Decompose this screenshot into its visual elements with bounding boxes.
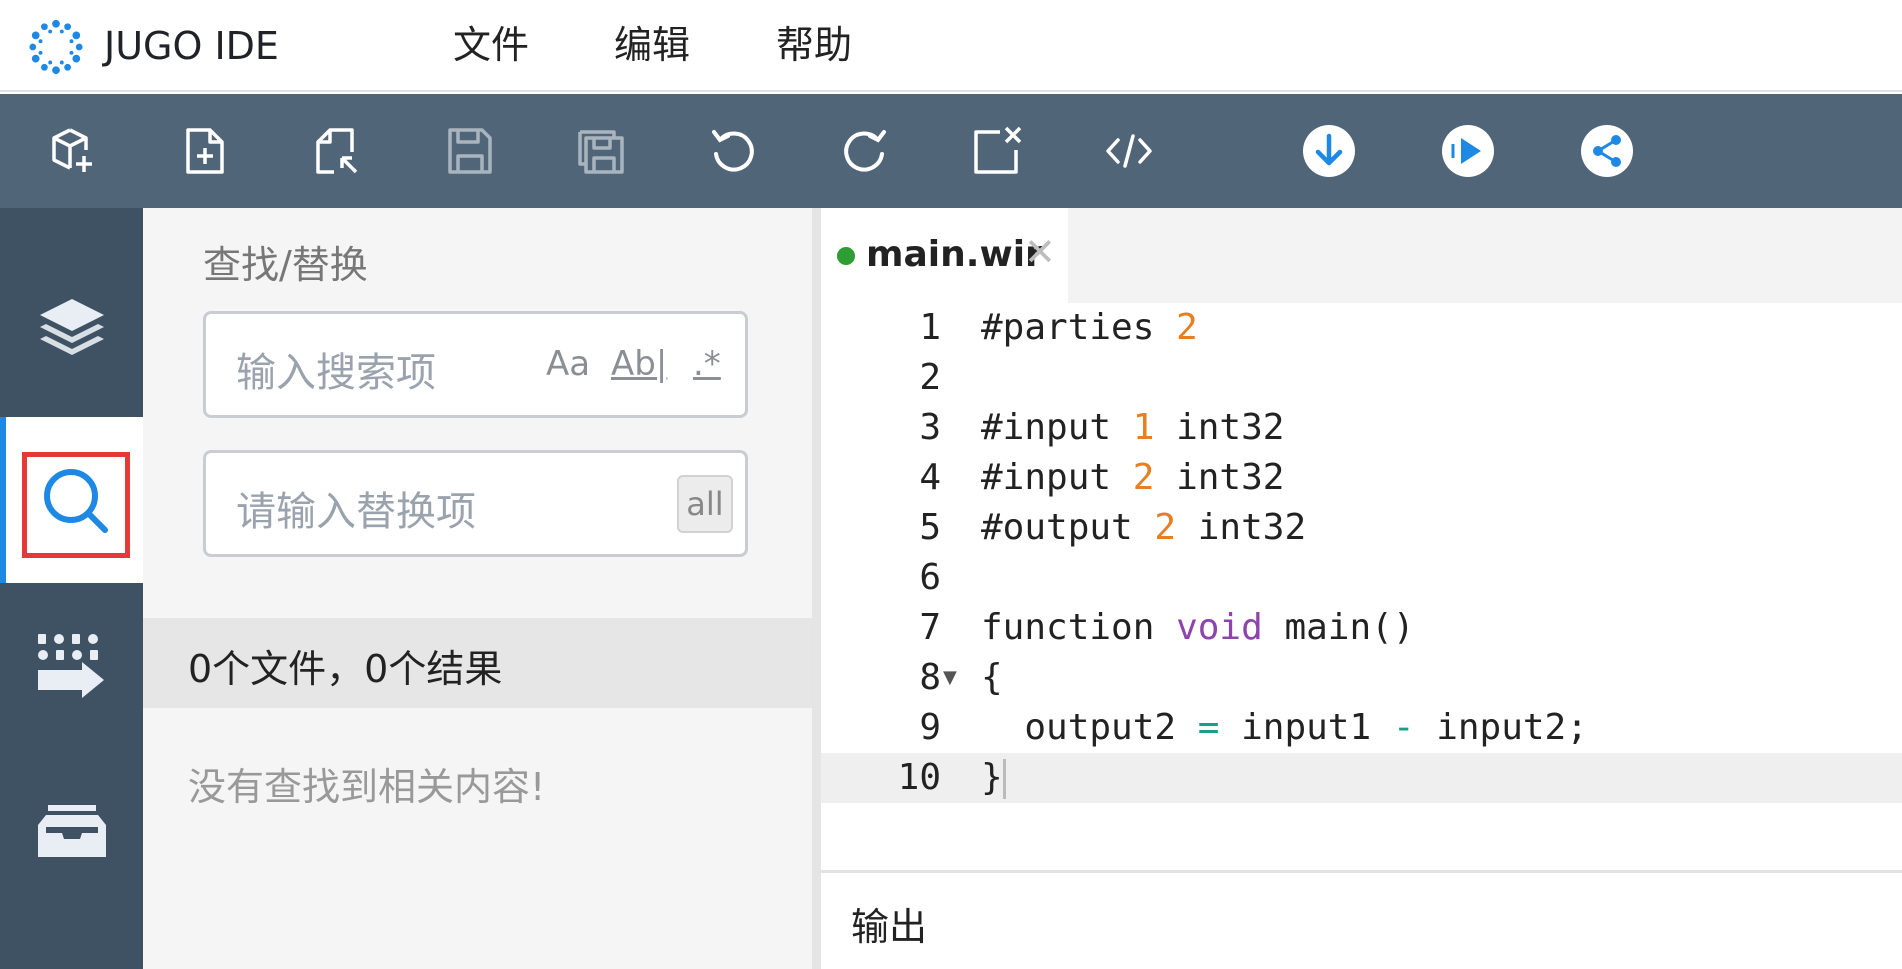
format-code-icon (1106, 134, 1152, 168)
panel-title: 查找/替换 (203, 243, 368, 287)
output-panel-title[interactable]: 输出 (851, 896, 927, 951)
code-text: } (981, 753, 1006, 803)
empty-message: 没有查找到相关内容! (188, 765, 546, 809)
code-line: 6 (821, 553, 1902, 603)
search-input-placeholder: 输入搜索项 (236, 350, 436, 396)
open-file-button[interactable] (306, 120, 368, 182)
layers-icon (39, 299, 104, 355)
jugo-logo-icon (29, 19, 83, 75)
app-title: JUGO IDE (104, 24, 279, 68)
menu-bar: JUGO IDE 文件 编辑 帮助 (0, 0, 1902, 92)
new-file-button[interactable] (174, 120, 236, 182)
new-project-icon (52, 128, 92, 172)
activity-compile[interactable] (0, 583, 143, 749)
activity-explorer[interactable] (0, 248, 143, 414)
run-icon (1442, 125, 1494, 177)
code-text: #parties 2 (981, 307, 1198, 348)
search-input[interactable]: 输入搜索项 Aa Ab| .* (203, 311, 748, 418)
activity-inbox[interactable] (0, 748, 143, 914)
regex-toggle[interactable]: .* (693, 344, 721, 384)
line-number: 6 (919, 557, 941, 598)
activity-bar (0, 208, 143, 969)
output-divider[interactable] (821, 870, 1902, 873)
tab-close-icon[interactable]: ✕ (1024, 230, 1056, 274)
code-text: function void main() (981, 607, 1415, 648)
line-number: 5 (919, 507, 941, 548)
share-button[interactable] (1576, 120, 1638, 182)
code-line: 4 #input 2 int32 (821, 453, 1902, 503)
line-number: 9 (919, 707, 941, 748)
panel-splitter[interactable] (812, 208, 821, 969)
tab-label: main.wir (866, 234, 1043, 275)
compile-icon (37, 634, 104, 698)
code-text: #input 2 int32 (981, 457, 1285, 498)
code-line: 5 #output 2 int32 (821, 503, 1902, 553)
save-all-icon (578, 130, 624, 174)
code-editor[interactable]: 1 #parties 2 2 3 #input 1 int32 4 #input… (821, 303, 1902, 863)
code-text: output2 = input1 - input2; (981, 707, 1588, 748)
menu-help[interactable]: 帮助 (776, 20, 852, 70)
line-number: 2 (919, 357, 941, 398)
result-summary-bar: 0个文件，0个结果 (143, 618, 812, 708)
focus-highlight (22, 452, 130, 558)
download-icon (1303, 125, 1355, 177)
menu-edit[interactable]: 编辑 (614, 20, 690, 70)
code-line-current: 10 } (821, 753, 1902, 803)
menu-file[interactable]: 文件 (453, 20, 529, 70)
line-number: 3 (919, 407, 941, 448)
activity-search[interactable] (0, 417, 143, 583)
tab-strip: main.wir ✕ (821, 208, 1902, 303)
line-number: 7 (919, 607, 941, 648)
undo-button[interactable] (702, 120, 764, 182)
replace-input-placeholder: 请输入替换项 (236, 489, 476, 535)
redo-button[interactable] (834, 120, 896, 182)
new-file-icon (186, 128, 224, 174)
code-line: 3 #input 1 int32 (821, 403, 1902, 453)
redo-icon (844, 130, 886, 172)
save-all-button[interactable] (570, 120, 632, 182)
code-text: { (981, 657, 1003, 698)
code-line: 7 function void main() (821, 603, 1902, 653)
run-button[interactable] (1437, 120, 1499, 182)
code-line: 9 output2 = input1 - input2; (821, 703, 1902, 753)
result-summary: 0个文件，0个结果 (188, 647, 503, 691)
modified-dot-icon (837, 247, 855, 265)
save-icon (448, 128, 492, 174)
line-number: 8 (919, 657, 941, 698)
code-line: 2 (821, 353, 1902, 403)
toolbar (0, 94, 1902, 208)
open-file-icon (316, 128, 358, 174)
undo-icon (712, 130, 754, 172)
line-number: 1 (919, 307, 941, 348)
code-line: 1 #parties 2 (821, 303, 1902, 353)
editor: main.wir ✕ 1 #parties 2 2 3 #input 1 int… (821, 208, 1902, 969)
line-number: 4 (919, 457, 941, 498)
download-button[interactable] (1298, 120, 1360, 182)
fold-arrow-icon[interactable]: ▼ (943, 653, 957, 703)
save-button[interactable] (438, 120, 500, 182)
replace-all-button[interactable]: all (677, 475, 733, 533)
line-number: 10 (897, 757, 941, 798)
replace-input[interactable]: 请输入替换项 all (203, 450, 748, 557)
whole-word-toggle[interactable]: Ab| (611, 344, 667, 384)
code-line: 8 ▼ { (821, 653, 1902, 703)
close-file-icon (974, 126, 1022, 174)
code-text: #input 1 int32 (981, 407, 1285, 448)
match-case-toggle[interactable]: Aa (546, 344, 590, 384)
share-icon (1581, 125, 1633, 177)
tab-main-wir[interactable]: main.wir ✕ (821, 208, 1068, 303)
new-project-button[interactable] (42, 120, 104, 182)
code-text: #output 2 int32 (981, 507, 1307, 548)
close-file-button[interactable] (966, 120, 1028, 182)
inbox-icon (37, 805, 106, 857)
format-code-button[interactable] (1098, 120, 1160, 182)
text-cursor (1002, 759, 1006, 799)
search-panel: 查找/替换 输入搜索项 Aa Ab| .* 请输入替换项 all 0个文件，0个… (143, 208, 821, 969)
